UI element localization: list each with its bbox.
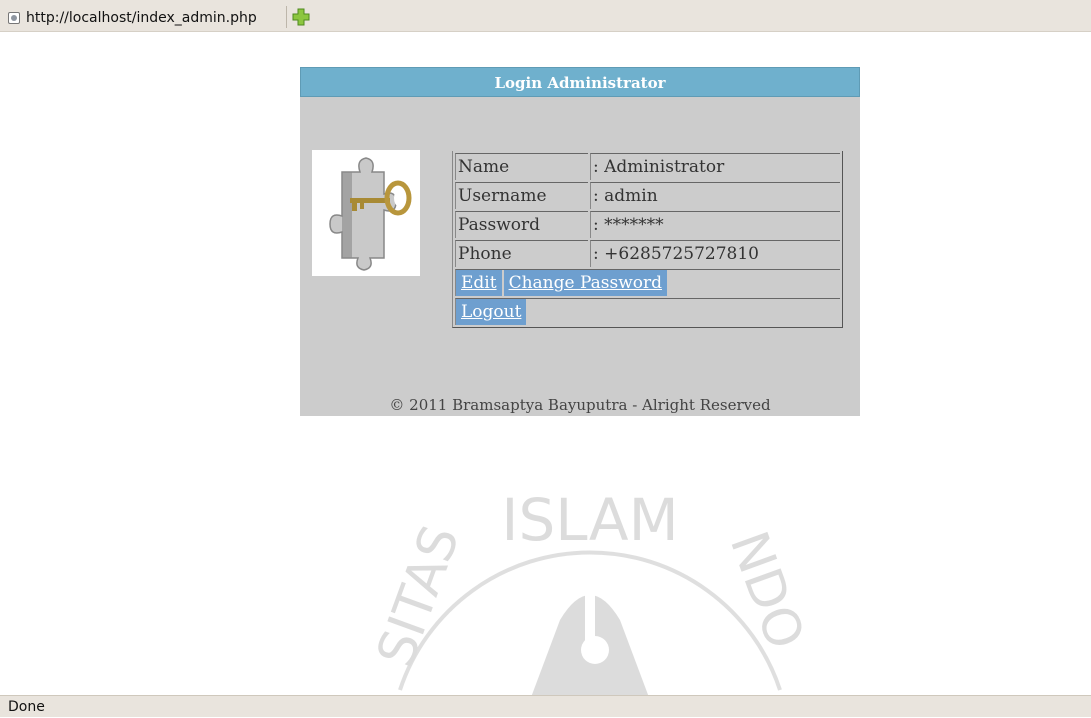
new-tab-plus-icon[interactable]: [292, 8, 310, 26]
panel-title: Login Administrator: [300, 67, 860, 97]
tab-url: http://localhost/index_admin.php: [26, 9, 257, 26]
tab-separator: [286, 6, 287, 28]
table-row: Logout: [455, 298, 840, 325]
browser-tab[interactable]: http://localhost/index_admin.php: [0, 4, 286, 31]
password-value: : *******: [590, 211, 840, 238]
watermark-left-text: SITAS: [366, 518, 472, 674]
watermark-right-text: NDO: [718, 524, 815, 657]
table-row: Name : Administrator: [455, 153, 840, 180]
name-label: Name: [455, 153, 588, 180]
login-admin-panel: Login Administrator Name : Administrator…: [300, 67, 860, 416]
page-icon: [8, 11, 20, 24]
admin-info-table: Name : Administrator Username : admin Pa…: [452, 151, 843, 328]
phone-value: : +6285725727810: [590, 240, 840, 267]
actions-cell: Edit Change Password: [455, 269, 840, 296]
edit-button[interactable]: Edit: [456, 270, 502, 296]
table-row: Username : admin: [455, 182, 840, 209]
table-row: Phone : +6285725727810: [455, 240, 840, 267]
logout-button[interactable]: Logout: [456, 299, 527, 325]
table-row: Password : *******: [455, 211, 840, 238]
username-label: Username: [455, 182, 588, 209]
university-watermark: ISLAM SITAS NDO: [366, 486, 815, 700]
status-bar: Done: [0, 695, 1091, 717]
logout-cell: Logout: [455, 298, 840, 325]
password-label: Password: [455, 211, 588, 238]
watermark-top-text: ISLAM: [501, 486, 678, 554]
phone-label: Phone: [455, 240, 588, 267]
puzzle-key-image: [312, 150, 420, 276]
username-value: : admin: [590, 182, 840, 209]
table-row: Edit Change Password: [455, 269, 840, 296]
change-password-button[interactable]: Change Password: [503, 270, 668, 296]
footer-copyright: © 2011 Bramsaptya Bayuputra - Alright Re…: [389, 396, 771, 414]
name-value: : Administrator: [590, 153, 840, 180]
browser-tab-bar: http://localhost/index_admin.php: [0, 0, 1091, 32]
